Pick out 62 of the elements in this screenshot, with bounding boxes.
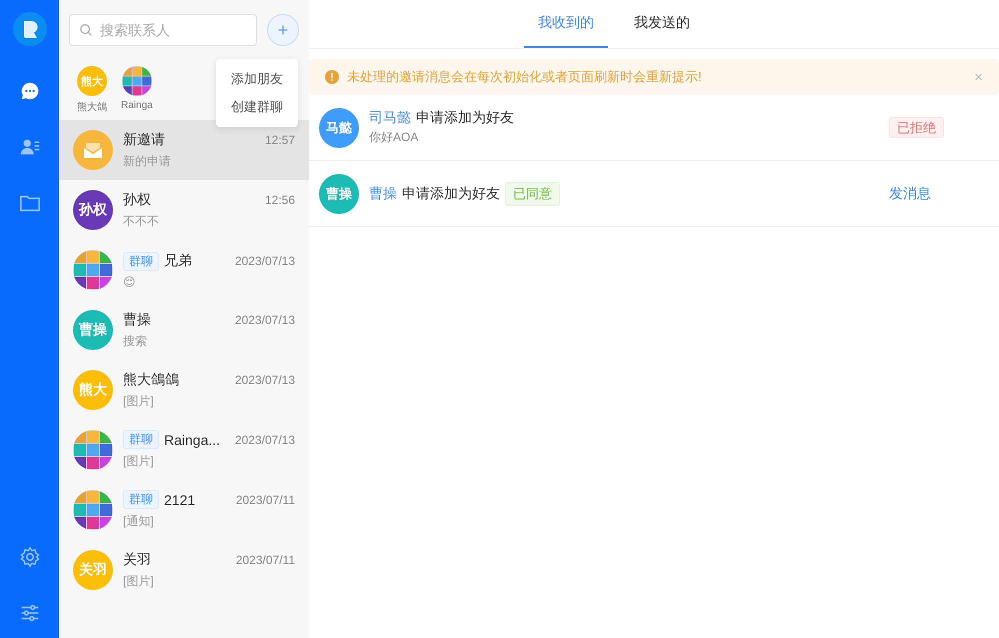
menu-item[interactable]: 添加朋友 [216, 65, 298, 93]
avatar: 马懿 [319, 108, 359, 148]
conversation-time: 2023/07/13 [234, 432, 295, 446]
message-preview: [通知] [123, 513, 155, 530]
conversation-item[interactable]: 群聊 Rainga... 2023/07/13 [图片] [59, 420, 309, 480]
menu-item[interactable]: 创建群聊 [216, 93, 298, 121]
conversation-item[interactable]: 关羽 关羽 2023/07/11 [图片] [59, 540, 309, 600]
search-icon [79, 23, 93, 37]
alert-text: 未处理的邀请消息会在每次初始化或者页面刷新时会重新提示! [347, 68, 702, 86]
status-tag: 已拒绝 [889, 116, 944, 138]
search-field[interactable]: 搜索联系人 [69, 14, 257, 46]
message-preview: 搜索 [123, 332, 148, 350]
group-avatar-icon [73, 490, 113, 530]
conversation-name: 曹操 [123, 310, 151, 328]
conversation-name: 兄弟 [164, 252, 192, 270]
conversation-time: 2023/07/11 [236, 492, 295, 506]
conversation-time: 2023/07/13 [234, 312, 295, 326]
group-avatar-icon [73, 250, 113, 290]
conversation-item[interactable]: 孙权 孙权 12:56 不不不 [59, 180, 309, 240]
conversation-name: 熊大鴿鴿 [123, 370, 179, 388]
logo-icon [12, 12, 46, 46]
avatar: 曹操 [73, 310, 113, 350]
message-preview: 不不不 [123, 212, 160, 230]
conversation-time: 2023/07/13 [234, 372, 295, 386]
conversation-name: 2121 [164, 492, 196, 508]
request-message: 你好AOA [369, 129, 420, 146]
contact-name: Rainga [121, 100, 153, 111]
conversation-item[interactable]: 曹操 曹操 2023/07/13 搜索 [59, 300, 309, 360]
conversation-item[interactable]: 群聊 兄弟 2023/07/13 😌 [59, 240, 309, 300]
conversation-item[interactable]: 新邀请 12:57 新的申请 [59, 120, 309, 180]
warning-icon [325, 70, 339, 84]
conversation-time: 12:57 [264, 132, 295, 146]
conversation-time: 12:56 [264, 192, 295, 206]
message-preview: [图片] [123, 572, 155, 590]
group-avatar-icon [122, 66, 152, 96]
group-avatar-icon [73, 430, 113, 470]
conversation-name: 新邀请 [123, 130, 165, 148]
message-preview: [图片] [123, 392, 155, 410]
settings-icon[interactable] [18, 546, 40, 568]
request-text: 申请添加为好友 [402, 184, 500, 202]
conversation-name: 孙权 [123, 190, 151, 208]
request-text: 申请添加为好友 [416, 109, 514, 127]
avatar: 熊大 [73, 370, 113, 410]
avatar: 孙权 [73, 190, 113, 230]
chat-icon[interactable] [18, 80, 40, 102]
conversation-item[interactable]: 熊大 熊大鴿鴿 2023/07/13 [图片] [59, 360, 309, 420]
contact-name: 熊大鴿 [77, 100, 107, 114]
conversation-name: 关羽 [123, 550, 151, 568]
message-preview: 😌 [123, 274, 137, 288]
conversation-time: 2023/07/13 [234, 254, 295, 268]
status-tag: 已同意 [505, 182, 560, 206]
group-tag: 群聊 [123, 430, 159, 449]
group-tag: 群聊 [123, 490, 159, 509]
conversation-name: Rainga... [164, 432, 220, 448]
conversation-time: 2023/07/11 [236, 552, 295, 566]
message-preview: 新的申请 [123, 152, 172, 170]
avatar: 曹操 [319, 174, 359, 214]
group-tag: 群聊 [123, 252, 159, 270]
avatar: 关羽 [73, 550, 113, 590]
tab[interactable]: 我发送的 [620, 0, 704, 48]
message-preview: [图片] [123, 453, 155, 470]
conversation-item[interactable]: 群聊 2121 2023/07/11 [通知] [59, 480, 309, 540]
